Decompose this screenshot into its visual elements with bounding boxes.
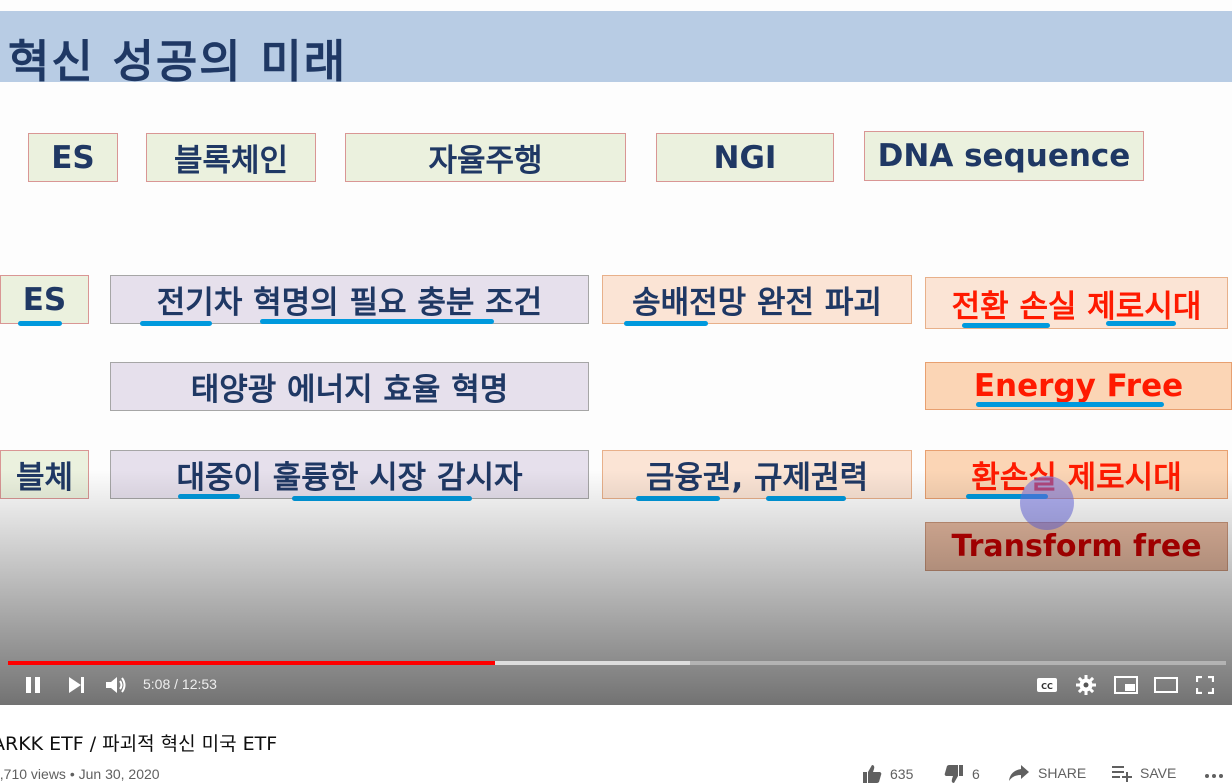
more-horizontal-icon xyxy=(1204,764,1224,782)
dislike-button[interactable]: 6 xyxy=(944,764,980,784)
save-label: SAVE xyxy=(1140,765,1177,781)
share-arrow-icon xyxy=(1008,764,1030,782)
tag-es: ES xyxy=(28,133,118,182)
tag-blockchain: 블록체인 xyxy=(146,133,316,182)
underline xyxy=(636,496,720,501)
underline xyxy=(976,402,1164,407)
volume-icon[interactable] xyxy=(105,675,129,695)
row4-far: Transform free xyxy=(925,522,1228,571)
underline xyxy=(624,321,708,326)
thumbs-down-icon xyxy=(944,764,964,784)
slide: 혁신 성공의 미래 ES 블록체인 자율주행 NGI DNA sequence … xyxy=(0,0,1232,705)
add-to-playlist-icon xyxy=(1112,764,1132,782)
underline xyxy=(1106,321,1176,326)
slide-title: 혁신 성공의 미래 xyxy=(8,35,348,88)
next-icon[interactable] xyxy=(68,677,86,693)
miniplayer-icon[interactable] xyxy=(1114,676,1138,694)
underline xyxy=(766,496,846,501)
fullscreen-icon[interactable] xyxy=(1196,676,1214,694)
underline xyxy=(260,319,494,324)
like-count: 635 xyxy=(890,766,914,782)
settings-gear-icon[interactable] xyxy=(1076,675,1096,695)
row1-label: ES xyxy=(0,275,89,324)
underline xyxy=(178,494,240,499)
row3-label: 블체 xyxy=(0,450,89,499)
like-button[interactable]: 635 xyxy=(862,764,913,784)
row3-right: 금융권, 규제권력 xyxy=(602,450,912,499)
row3-far: 환손실 제로시대 xyxy=(925,450,1228,499)
theater-mode-icon[interactable] xyxy=(1154,677,1178,693)
more-actions-button[interactable] xyxy=(1204,764,1224,782)
dislike-count: 6 xyxy=(972,766,980,782)
svg-text:CC: CC xyxy=(1041,682,1053,691)
time-display: 5:08 / 12:53 xyxy=(143,676,217,692)
video-title: ARKK ETF / 파괴적 혁신 미국 ETF xyxy=(0,733,278,755)
thumbs-up-icon xyxy=(862,764,882,784)
row1-far: 전환 손실 제로시대 xyxy=(925,277,1228,329)
slide-title-bar: 혁신 성공의 미래 xyxy=(0,11,1232,88)
share-label: SHARE xyxy=(1038,765,1087,781)
tag-autonomous: 자율주행 xyxy=(345,133,626,182)
video-meta: 5,710 views • Jun 30, 2020 xyxy=(0,766,160,782)
row3-middle: 대중이 훌륭한 시장 감시자 xyxy=(110,450,589,499)
underline xyxy=(140,321,212,326)
underline xyxy=(18,321,62,326)
row2-middle: 태양광 에너지 효율 혁명 xyxy=(110,362,589,411)
video-player[interactable]: 혁신 성공의 미래 ES 블록체인 자율주행 NGI DNA sequence … xyxy=(0,0,1232,705)
share-button[interactable]: SHARE xyxy=(1008,764,1086,782)
pointer-highlight xyxy=(1020,476,1074,530)
underline xyxy=(962,323,1050,328)
tag-dna: DNA sequence xyxy=(864,131,1144,181)
underline xyxy=(292,496,472,501)
pause-icon[interactable] xyxy=(24,676,42,694)
subtitles-icon[interactable]: CC xyxy=(1036,677,1058,693)
progress-played xyxy=(8,661,495,665)
row1-middle: 전기차 혁명의 필요 충분 조건 xyxy=(110,275,589,324)
row1-right: 송배전망 완전 파괴 xyxy=(602,275,912,324)
save-button[interactable]: SAVE xyxy=(1112,764,1176,782)
tag-ngi: NGI xyxy=(656,133,834,182)
